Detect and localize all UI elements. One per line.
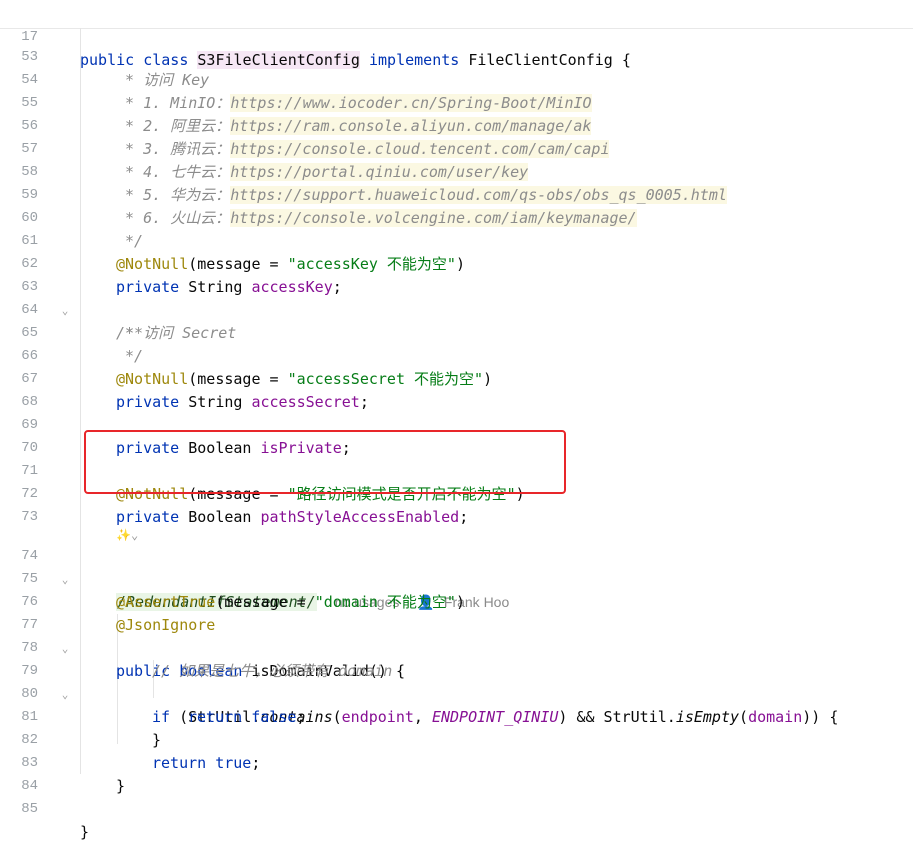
code-line[interactable]: 83 } bbox=[0, 729, 913, 795]
code-line[interactable]: 54 * 1. MinIO：https://www.iocoder.cn/Spr… bbox=[0, 46, 913, 112]
code-line[interactable]: 77 ⌄ public boolean isDomainValid() { bbox=[0, 591, 913, 680]
code-line[interactable]: 62 private String accessKey; bbox=[0, 230, 913, 296]
code-line[interactable]: 75 @AssertTrue(message = "domain 不能为空") bbox=[0, 545, 913, 611]
code-line[interactable]: 68 bbox=[0, 368, 913, 410]
code-line[interactable]: 56 * 3. 腾讯云：https://console.cloud.tencen… bbox=[0, 92, 913, 158]
code-line[interactable]: 82 return true; bbox=[0, 706, 913, 772]
code-line[interactable]: 84 bbox=[0, 752, 913, 794]
inlay-row: ✨⌄ bbox=[0, 501, 913, 542]
line-number: 85 bbox=[21, 801, 38, 817]
code-line[interactable]: 65 */ bbox=[0, 299, 913, 365]
code-line[interactable]: 55 * 2. 阿里云：https://ram.console.aliyun.c… bbox=[0, 69, 913, 135]
code-line[interactable]: 66 @NotNull(message = "accessSecret 不能为空… bbox=[0, 322, 913, 388]
code-line[interactable]: 53 * 访问 Key bbox=[0, 23, 913, 89]
code-line[interactable]: 59 * 6. 火山云：https://console.volcengine.c… bbox=[0, 161, 913, 227]
code-line[interactable]: 81 } bbox=[0, 683, 913, 749]
code-line[interactable]: 64 * 访问 Secret bbox=[0, 276, 913, 342]
code-line[interactable]: 69 private Boolean isPrivate; bbox=[0, 391, 913, 457]
code-line[interactable]: 63 ⌄ /** bbox=[0, 253, 913, 342]
code-line[interactable]: 60 */ bbox=[0, 184, 913, 250]
code-line[interactable]: 78 // 如果是七牛，必须带有 domain bbox=[0, 614, 913, 680]
code-line[interactable]: 80 return false; bbox=[0, 660, 913, 726]
code-line[interactable]: 61 @NotNull(message = "accessKey 不能为空") bbox=[0, 207, 913, 273]
code-line[interactable]: 76 @JsonIgnore bbox=[0, 568, 913, 634]
code-line[interactable]: 79 ⌄ if (StrUtil.contains(endpoint, ENDP… bbox=[0, 637, 913, 726]
code-line[interactable]: 58 * 5. 华为云：https://support.huaweicloud.… bbox=[0, 138, 913, 204]
code-line[interactable]: 67 private String accessSecret; bbox=[0, 345, 913, 411]
code-line[interactable]: 85 } bbox=[0, 775, 913, 841]
code-line[interactable]: 74 ⌄ /RedundantIfStatement/ no usages 👤 … bbox=[0, 522, 913, 611]
code-line[interactable]: 57 * 4. 七牛云：https://portal.qiniu.com/use… bbox=[0, 115, 913, 181]
